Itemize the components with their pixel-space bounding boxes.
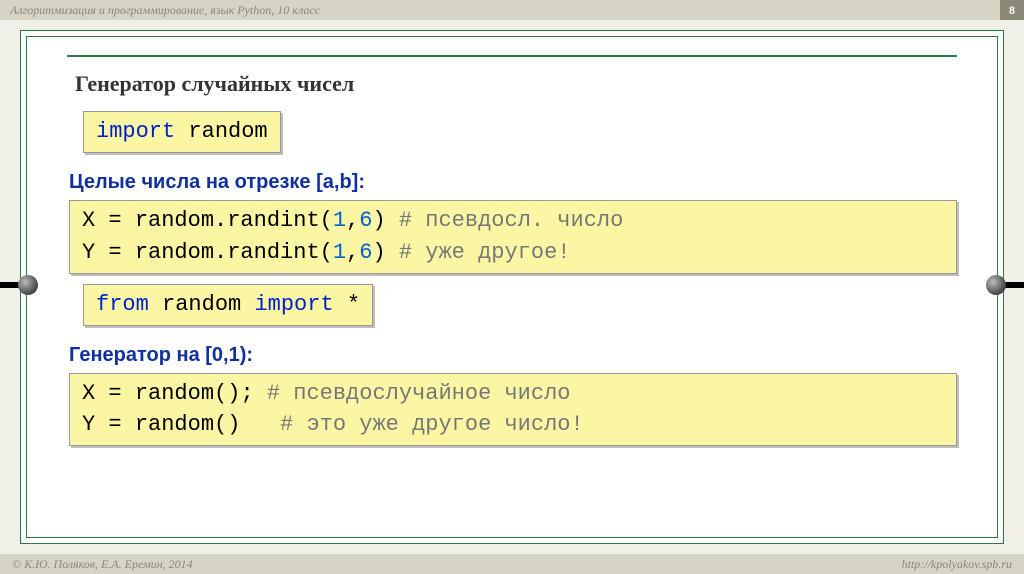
- module-random: random: [188, 119, 267, 144]
- code-import-random: import random: [83, 111, 281, 153]
- page-number: 8: [1000, 0, 1024, 20]
- decorative-nail-left: [0, 272, 32, 302]
- divider-line: [67, 55, 957, 57]
- footer-bar: © К.Ю. Поляков, Е.А. Еремин, 2014 http:/…: [0, 554, 1024, 574]
- slide-frame-inner: Генератор случайных чисел import random …: [26, 36, 998, 538]
- kw-import: import: [96, 119, 175, 144]
- code-from-import: from random import *: [83, 284, 373, 326]
- header-bar: Алгоритмизация и программирование, язык …: [0, 0, 1024, 20]
- subtitle-01: Генератор на [0,1):: [69, 344, 957, 367]
- footer-url: http://kpolyakov.spb.ru: [902, 557, 1012, 572]
- kw-from: from: [96, 292, 149, 317]
- decorative-nail-right: [992, 272, 1024, 302]
- kw-import2: import: [254, 292, 333, 317]
- subtitle-integers: Целые числа на отрезке [a,b]:: [69, 171, 957, 194]
- course-title: Алгоритмизация и программирование, язык …: [10, 3, 320, 18]
- slide-title: Генератор случайных чисел: [67, 71, 957, 97]
- slide-frame-outer: Генератор случайных чисел import random …: [20, 30, 1004, 544]
- copyright: © К.Ю. Поляков, Е.А. Еремин, 2014: [12, 557, 193, 572]
- code-random-call: X = random(); # псевдослучайное число Y …: [69, 373, 957, 447]
- code-randint: X = random.randint(1,6) # псевдосл. числ…: [69, 200, 957, 274]
